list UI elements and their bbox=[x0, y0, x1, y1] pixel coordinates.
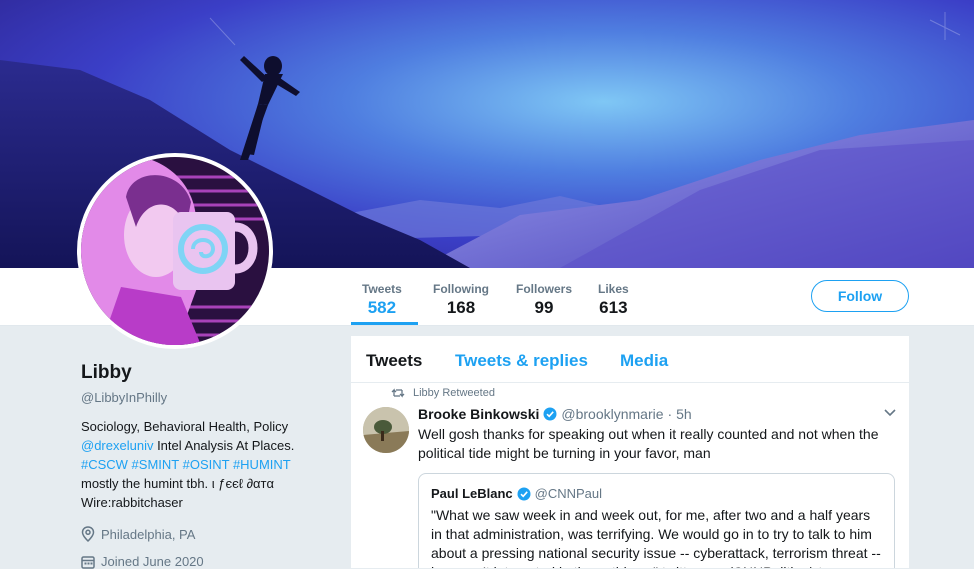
calendar-icon bbox=[81, 555, 95, 569]
avatar[interactable] bbox=[77, 153, 273, 349]
map-pin-icon bbox=[81, 526, 95, 542]
profile-bio: Sociology, Behavioral Health, Policy @dr… bbox=[81, 417, 331, 512]
quoted-tweet-text: "What we saw week in and week out, for m… bbox=[431, 507, 881, 568]
bio-line: @drexeluniv Intel Analysis At Places. bbox=[81, 436, 331, 455]
tweet-avatar-image bbox=[363, 407, 409, 453]
stat-likes-label: Likes bbox=[598, 282, 629, 296]
timeline: Tweets Tweets & replies Media Libby Retw… bbox=[351, 336, 909, 568]
joined-text: Joined June 2020 bbox=[101, 554, 204, 569]
tweet-text: Well gosh thanks for speaking out when i… bbox=[418, 426, 879, 461]
stat-following-label: Following bbox=[433, 282, 489, 296]
quoted-author-name: Paul LeBlanc bbox=[431, 486, 513, 501]
tab-media[interactable]: Media bbox=[620, 351, 668, 371]
tab-tweets[interactable]: Tweets bbox=[366, 351, 422, 371]
chevron-down-icon[interactable] bbox=[883, 408, 897, 418]
quoted-tweet-header: Paul LeBlanc @CNNPaul bbox=[431, 486, 882, 501]
quoted-author-handle: @CNNPaul bbox=[534, 486, 603, 501]
stat-followers[interactable]: Followers 99 bbox=[516, 282, 572, 318]
stat-following-value: 168 bbox=[446, 298, 476, 317]
bio-line: Wire:rabbitchaser bbox=[81, 495, 183, 510]
tweet-timestamp[interactable]: · 5h bbox=[668, 406, 692, 422]
active-stat-underline bbox=[351, 322, 418, 325]
verified-badge-icon bbox=[543, 407, 557, 421]
profile-joined: Joined June 2020 bbox=[81, 554, 331, 569]
stat-tweets[interactable]: Tweets 582 bbox=[362, 282, 402, 318]
profile-name[interactable]: Libby bbox=[81, 362, 331, 384]
retweet-icon bbox=[391, 388, 405, 398]
follow-button[interactable]: Follow bbox=[811, 280, 909, 312]
profile-location: Philadelphia, PA bbox=[81, 526, 331, 542]
bio-line: mostly the humint tbh. ι ƒєєℓ ∂αтα bbox=[81, 476, 275, 491]
bio-text: Intel Analysis At Places. bbox=[153, 438, 295, 453]
bio-mention-link[interactable]: @drexeluniv bbox=[81, 438, 153, 453]
stat-likes-value: 613 bbox=[599, 298, 628, 317]
tweet-header: Brooke Binkowski @brooklynmarie · 5h bbox=[418, 406, 692, 422]
tweet-author-handle[interactable]: @brooklynmarie bbox=[561, 406, 663, 422]
quoted-tweet[interactable]: Paul LeBlanc @CNNPaul "What we saw week … bbox=[418, 473, 895, 568]
profile-card: Libby @LibbyInPhilly Sociology, Behavior… bbox=[81, 362, 331, 569]
avatar-image bbox=[81, 157, 269, 345]
stat-following[interactable]: Following 168 bbox=[433, 282, 489, 318]
tweet-author-name[interactable]: Brooke Binkowski bbox=[418, 406, 539, 422]
tab-tweets-replies[interactable]: Tweets & replies bbox=[455, 351, 588, 371]
retweet-context-text[interactable]: Libby Retweeted bbox=[413, 387, 495, 399]
profile-handle: @LibbyInPhilly bbox=[81, 390, 168, 405]
stat-followers-label: Followers bbox=[516, 282, 573, 296]
timeline-tabs: Tweets Tweets & replies Media bbox=[351, 336, 909, 383]
stat-tweets-label: Tweets bbox=[362, 282, 402, 296]
stat-tweets-value: 582 bbox=[367, 298, 397, 317]
location-text: Philadelphia, PA bbox=[101, 526, 196, 542]
bio-line: Sociology, Behavioral Health, Policy bbox=[81, 419, 289, 434]
stat-likes[interactable]: Likes 613 bbox=[598, 282, 629, 318]
tweet-author-avatar[interactable] bbox=[363, 407, 409, 453]
retweet-context: Libby Retweeted bbox=[391, 387, 495, 399]
verified-badge-icon bbox=[517, 487, 531, 500]
stat-followers-value: 99 bbox=[534, 298, 554, 317]
bio-hashtags[interactable]: #CSCW #SMINT #OSINT #HUMINT bbox=[81, 455, 331, 474]
